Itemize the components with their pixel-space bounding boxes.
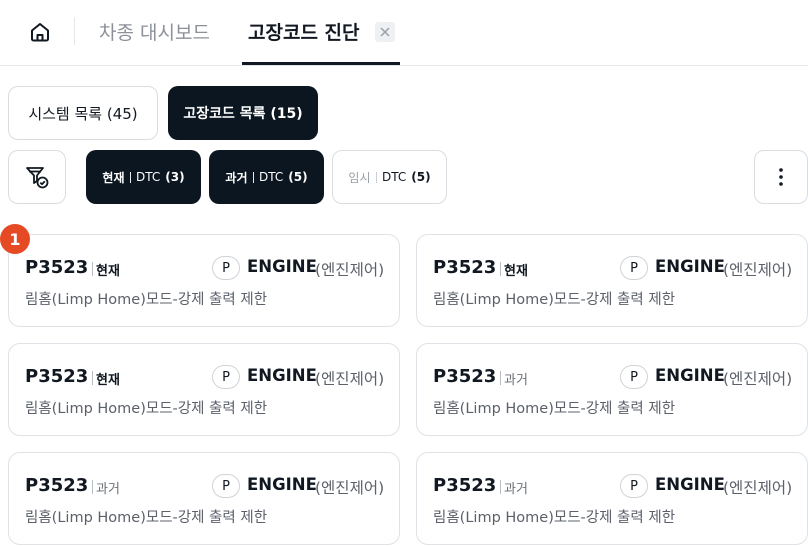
dtc-code: P3523 bbox=[433, 257, 497, 278]
tab-divider bbox=[74, 17, 75, 45]
chip-type: DTC bbox=[259, 170, 284, 184]
dtc-code: P3523 bbox=[433, 475, 497, 496]
powertrain-badge: P bbox=[620, 256, 648, 280]
system-list-button[interactable]: 시스템 목록 (45) bbox=[8, 86, 158, 140]
chip-count: (3) bbox=[165, 170, 185, 184]
more-options-button[interactable] bbox=[754, 150, 808, 204]
powertrain-badge: P bbox=[620, 474, 648, 498]
system-name: ENGINE bbox=[247, 257, 317, 276]
chip-type: DTC bbox=[382, 170, 407, 184]
divider bbox=[92, 371, 93, 385]
powertrain-badge: P bbox=[212, 365, 240, 389]
chip-count: (5) bbox=[288, 170, 308, 184]
filter-chip-current[interactable]: 현재 DTC (3) bbox=[86, 150, 201, 204]
dtc-card[interactable]: P3523 과거 P ENGINE (엔진제어) 림홈(Limp Home)모드… bbox=[416, 343, 808, 436]
tab-vehicle-dashboard[interactable]: 차종 대시보드 bbox=[99, 18, 210, 45]
dtc-card[interactable]: P3523 과거 P ENGINE (엔진제어) 림홈(Limp Home)모드… bbox=[416, 452, 808, 545]
dtc-description: 림홈(Limp Home)모드-강제 출력 제한 bbox=[433, 401, 676, 417]
step-marker-badge: 1 bbox=[0, 224, 30, 254]
system-name: ENGINE bbox=[247, 366, 317, 385]
system-subname: (엔진제어) bbox=[723, 261, 793, 279]
filter-button[interactable] bbox=[8, 150, 66, 204]
divider bbox=[500, 371, 501, 385]
system-name: ENGINE bbox=[247, 475, 317, 494]
system-subname: (엔진제어) bbox=[723, 479, 793, 497]
dtc-card[interactable]: P3523 과거 P ENGINE (엔진제어) 림홈(Limp Home)모드… bbox=[8, 452, 400, 545]
system-subname: (엔진제어) bbox=[315, 261, 385, 279]
close-icon bbox=[380, 27, 390, 37]
active-tab-indicator bbox=[242, 62, 400, 65]
system-name: ENGINE bbox=[655, 475, 725, 494]
dtc-state: 현재 bbox=[96, 373, 120, 388]
divider bbox=[92, 480, 93, 494]
home-icon bbox=[31, 23, 49, 42]
system-subname: (엔진제어) bbox=[723, 370, 793, 388]
chip-state: 현재 bbox=[102, 170, 125, 185]
more-vertical-icon bbox=[779, 168, 783, 186]
dtc-state: 현재 bbox=[504, 264, 528, 279]
system-subname: (엔진제어) bbox=[315, 370, 385, 388]
dtc-state: 현재 bbox=[96, 264, 120, 279]
tab-dtc-diagnosis[interactable]: 고장코드 진단 bbox=[248, 18, 360, 45]
chip-separator bbox=[375, 171, 377, 183]
dtc-list-button[interactable]: 고장코드 목록 (15) bbox=[168, 86, 318, 140]
chip-separator bbox=[252, 171, 254, 183]
powertrain-badge: P bbox=[620, 365, 648, 389]
dtc-state: 과거 bbox=[504, 373, 528, 388]
dtc-description: 림홈(Limp Home)모드-강제 출력 제한 bbox=[25, 292, 268, 308]
chip-state: 과거 bbox=[225, 170, 248, 185]
system-name: ENGINE bbox=[655, 257, 725, 276]
filter-chip-temporary[interactable]: 임시 DTC (5) bbox=[332, 150, 447, 204]
dtc-description: 림홈(Limp Home)모드-강제 출력 제한 bbox=[25, 401, 268, 417]
dtc-code: P3523 bbox=[433, 366, 497, 387]
filter-chip-past[interactable]: 과거 DTC (5) bbox=[209, 150, 324, 204]
home-button[interactable] bbox=[20, 14, 60, 50]
divider bbox=[500, 262, 501, 276]
powertrain-badge: P bbox=[212, 474, 240, 498]
dtc-code: P3523 bbox=[25, 475, 89, 496]
chip-type: DTC bbox=[136, 170, 161, 184]
chip-count: (5) bbox=[411, 170, 431, 184]
dtc-card[interactable]: P3523 현재 P ENGINE (엔진제어) 림홈(Limp Home)모드… bbox=[8, 234, 400, 327]
powertrain-badge: P bbox=[212, 256, 240, 280]
system-subname: (엔진제어) bbox=[315, 479, 385, 497]
dtc-state: 과거 bbox=[96, 482, 120, 497]
dtc-card[interactable]: P3523 현재 P ENGINE (엔진제어) 림홈(Limp Home)모드… bbox=[416, 234, 808, 327]
dtc-description: 림홈(Limp Home)모드-강제 출력 제한 bbox=[25, 510, 268, 526]
dtc-code: P3523 bbox=[25, 366, 89, 387]
dtc-state: 과거 bbox=[504, 482, 528, 497]
chip-state: 임시 bbox=[348, 170, 371, 185]
dtc-description: 림홈(Limp Home)모드-강제 출력 제한 bbox=[433, 292, 676, 308]
chip-separator bbox=[129, 171, 131, 183]
filter-check-icon bbox=[26, 167, 49, 189]
tab-close-button[interactable] bbox=[375, 22, 395, 42]
divider bbox=[500, 480, 501, 494]
dtc-description: 림홈(Limp Home)모드-강제 출력 제한 bbox=[433, 510, 676, 526]
tab-bar: 차종 대시보드 고장코드 진단 bbox=[0, 0, 808, 66]
dtc-card[interactable]: P3523 현재 P ENGINE (엔진제어) 림홈(Limp Home)모드… bbox=[8, 343, 400, 436]
divider bbox=[92, 262, 93, 276]
system-name: ENGINE bbox=[655, 366, 725, 385]
dtc-code: P3523 bbox=[25, 257, 89, 278]
